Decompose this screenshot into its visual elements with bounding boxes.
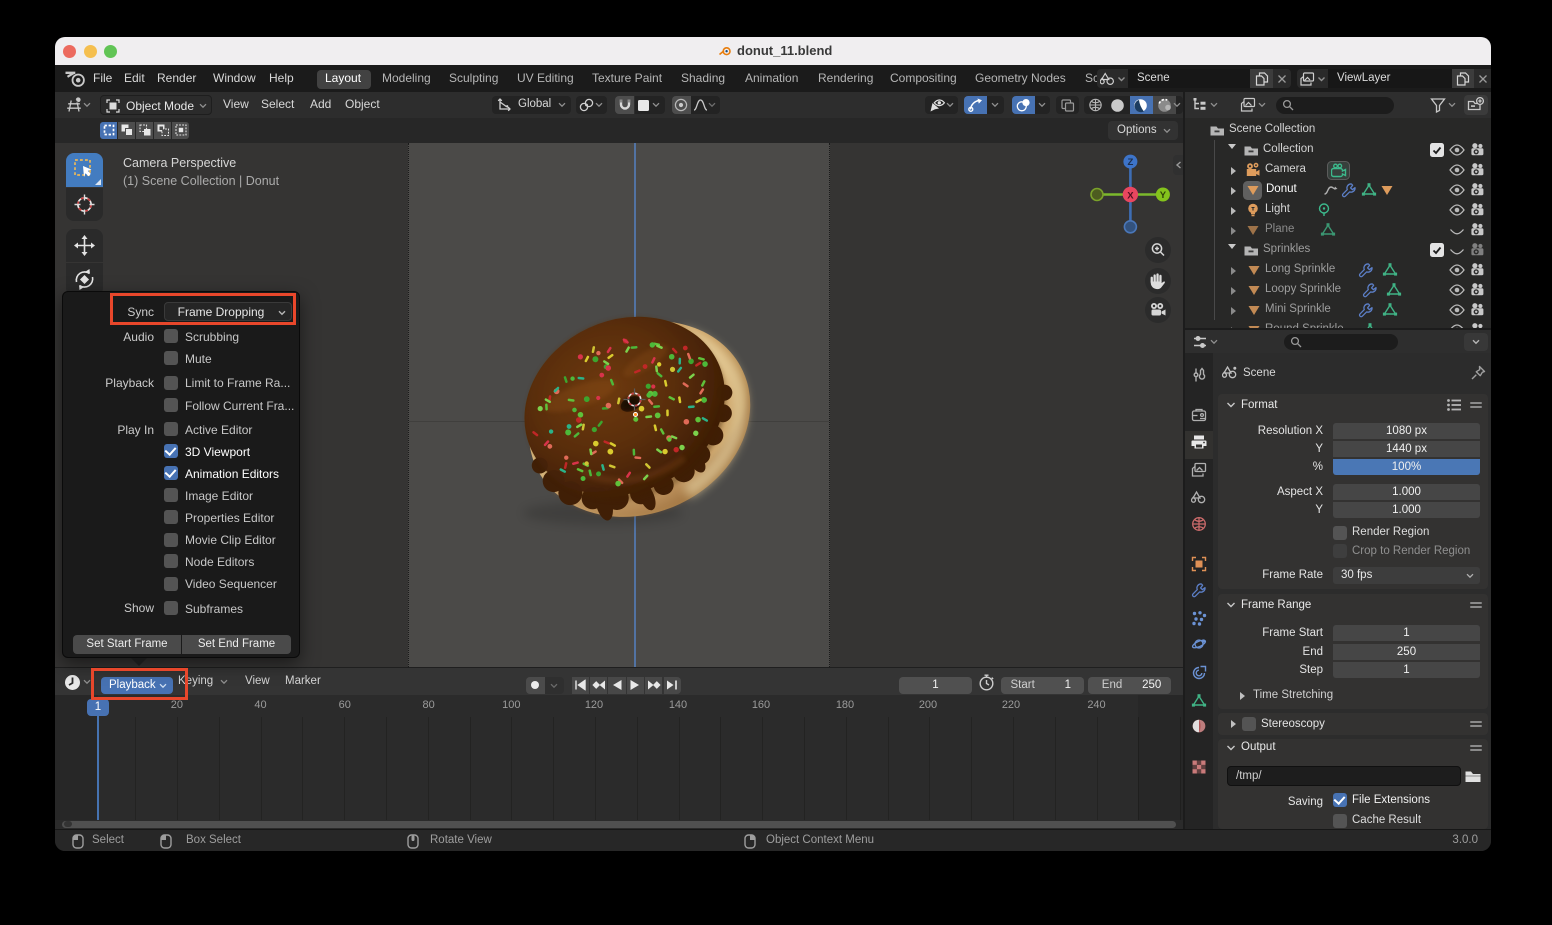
svg-text:X: X [1127, 190, 1134, 201]
svg-text:Z: Z [1127, 157, 1133, 168]
svg-text:Y: Y [1160, 190, 1167, 201]
